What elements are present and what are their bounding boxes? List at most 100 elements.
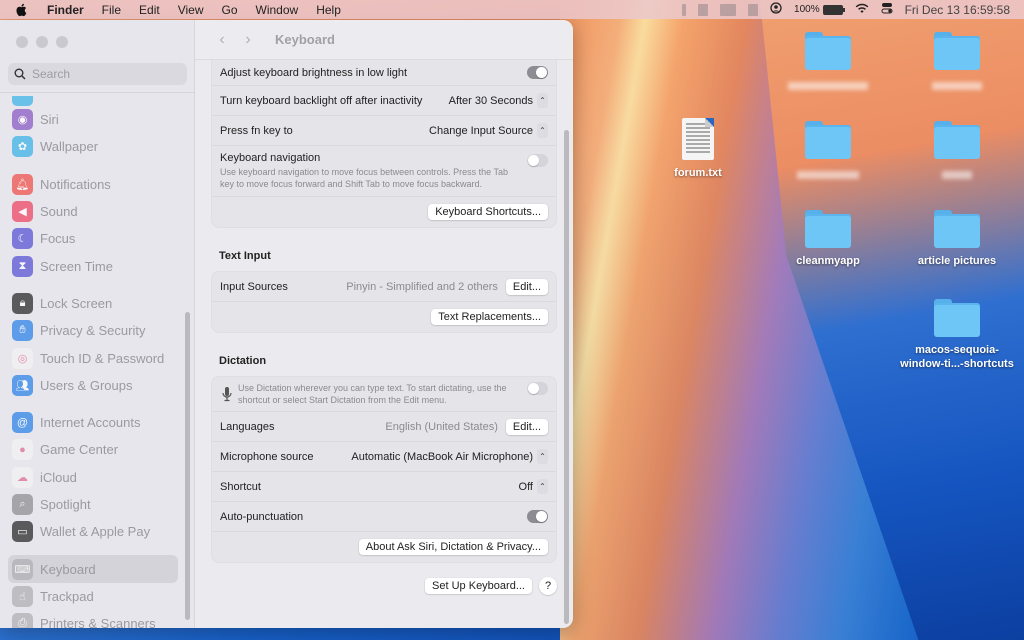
- sidebar-scrollbar[interactable]: [185, 312, 190, 620]
- battery-status[interactable]: 100%: [794, 4, 845, 15]
- status-item-blurred[interactable]: [698, 3, 709, 16]
- keyboard-icon: ⌨: [12, 558, 33, 580]
- sidebar-item-keyboard[interactable]: ⌨ Keyboard: [8, 555, 178, 583]
- input-sources-label: Input Sources: [220, 280, 288, 293]
- row-shortcuts: Keyboard Shortcuts...: [212, 197, 556, 227]
- menu-clock[interactable]: Fri Dec 13 16:59:58: [905, 3, 1010, 17]
- help-button[interactable]: ?: [539, 577, 557, 595]
- zoom-button[interactable]: [56, 36, 68, 48]
- sidebar-item-wallpaper[interactable]: ✿ Wallpaper: [8, 133, 178, 160]
- desktop-folder-macos-sequoia[interactable]: macos-sequoia-window-ti...-shortcuts: [892, 299, 1022, 371]
- sidebar-item-wallet-apple-pay[interactable]: ▭ Wallet & Apple Pay: [8, 518, 178, 545]
- sidebar-item-label: Notifications: [40, 176, 111, 192]
- chevron-updown-icon: ⌃: [537, 449, 548, 464]
- sidebar-item-label: Trackpad: [40, 588, 94, 604]
- user-account-icon[interactable]: [770, 2, 782, 17]
- trackpad-icon: ☝︎: [12, 585, 33, 607]
- desktop-item-label: macos-sequoia-window-ti...-shortcuts: [900, 344, 1014, 370]
- settings-pane: ‹ › Keyboard Adjust keyboard brightness …: [195, 20, 573, 628]
- desktop-item-label: article pictures: [917, 255, 997, 267]
- row-brightness: Adjust keyboard brightness in low light: [212, 60, 556, 86]
- sidebar-item-game-center[interactable]: ● Game Center: [8, 436, 178, 463]
- sidebar-item-printers-scanners[interactable]: ⎙ Printers & Scanners: [8, 610, 178, 628]
- sidebar-item-screen-time[interactable]: ⧗ Screen Time: [8, 252, 178, 279]
- sidebar-item-trackpad[interactable]: ☝︎ Trackpad: [8, 583, 178, 610]
- divider: [0, 92, 195, 93]
- sidebar-item-touch-id-password[interactable]: ◎ Touch ID & Password: [8, 344, 178, 371]
- sidebar-item-privacy-security[interactable]: ✋︎ Privacy & Security: [8, 317, 178, 344]
- close-button[interactable]: [16, 36, 28, 48]
- desktop-folder[interactable]: [902, 32, 1012, 90]
- desktop-folder[interactable]: [902, 121, 1012, 179]
- folder-icon: [934, 210, 980, 248]
- desktop-item-forum-txt[interactable]: forum.txt: [643, 118, 753, 180]
- microphone-label: Microphone source: [220, 450, 314, 463]
- status-item-blurred[interactable]: [748, 3, 759, 16]
- status-item-blurred[interactable]: [720, 3, 737, 16]
- sidebar-item-lock-screen[interactable]: 🔒︎ Lock Screen: [8, 290, 178, 317]
- text-replacements-button[interactable]: Text Replacements...: [431, 309, 548, 325]
- hand-icon: ✋︎: [12, 320, 33, 342]
- keyboard-shortcuts-button[interactable]: Keyboard Shortcuts...: [428, 204, 548, 220]
- languages-edit-button[interactable]: Edit...: [505, 418, 548, 435]
- sidebar-item-label: Game Center: [40, 442, 119, 458]
- toolbar: ‹ › Keyboard: [195, 20, 573, 60]
- apple-menu-icon[interactable]: [14, 3, 28, 17]
- footer-actions: Set Up Keyboard... ?: [211, 577, 557, 595]
- row-backlight: Turn keyboard backlight off after inacti…: [212, 86, 556, 116]
- sidebar-item-partial[interactable]: [8, 96, 178, 106]
- wifi-icon[interactable]: [855, 3, 869, 17]
- content-scrollbar[interactable]: [564, 130, 569, 624]
- sidebar-item-icloud[interactable]: ☁ iCloud: [8, 464, 178, 491]
- menu-view[interactable]: View: [169, 3, 213, 17]
- chevron-updown-icon: ⌃: [537, 123, 548, 138]
- sidebar: Search ◉ Siri ✿ Wallpaper 🔔︎ Notifications ◀ So…: [0, 20, 195, 628]
- moon-icon: ☾: [12, 228, 33, 250]
- dictation-description: Use Dictation wherever you can type text…: [238, 383, 507, 405]
- back-button[interactable]: ‹: [211, 29, 233, 51]
- search-field[interactable]: Search: [8, 63, 187, 85]
- search-placeholder: Search: [32, 67, 71, 81]
- desktop-folder-article-pictures[interactable]: article pictures: [902, 210, 1012, 268]
- languages-label: Languages: [220, 420, 275, 433]
- backlight-select[interactable]: After 30 Seconds ⌃: [449, 93, 548, 108]
- sidebar-item-notifications[interactable]: 🔔︎ Notifications: [8, 171, 178, 198]
- input-sources-edit-button[interactable]: Edit...: [505, 278, 548, 295]
- fingerprint-icon: ◎: [12, 347, 33, 369]
- lock-icon: 🔒︎: [12, 292, 33, 314]
- page-title: Keyboard: [275, 32, 335, 47]
- microphone-select[interactable]: Automatic (MacBook Air Microphone) ⌃: [351, 449, 548, 464]
- auto-punctuation-toggle[interactable]: [527, 510, 548, 523]
- desktop-folder[interactable]: [773, 32, 883, 90]
- row-microphone: Microphone source Automatic (MacBook Air…: [212, 442, 556, 472]
- menu-help[interactable]: Help: [307, 3, 350, 17]
- accessibility-icon: [12, 96, 33, 106]
- minimize-button[interactable]: [36, 36, 48, 48]
- sidebar-item-siri[interactable]: ◉ Siri: [8, 106, 178, 133]
- sidebar-item-internet-accounts[interactable]: @ Internet Accounts: [8, 409, 178, 436]
- desktop-folder[interactable]: [773, 121, 883, 179]
- forward-button[interactable]: ›: [237, 29, 259, 51]
- sidebar-item-sound[interactable]: ◀ Sound: [8, 198, 178, 225]
- keyboard-nav-toggle[interactable]: [527, 154, 548, 167]
- status-item-blurred[interactable]: [682, 3, 687, 16]
- section-title-dictation: Dictation: [219, 355, 267, 367]
- microphone-icon: [222, 386, 232, 405]
- set-up-keyboard-button[interactable]: Set Up Keyboard...: [425, 578, 532, 594]
- fn-select[interactable]: Change Input Source ⌃: [429, 123, 548, 138]
- sidebar-item-spotlight[interactable]: ⌕ Spotlight: [8, 491, 178, 518]
- menu-go[interactable]: Go: [213, 3, 247, 17]
- dictation-privacy-button[interactable]: About Ask Siri, Dictation & Privacy...: [358, 539, 548, 555]
- brightness-toggle[interactable]: [527, 66, 548, 79]
- menu-app-name[interactable]: Finder: [38, 3, 93, 17]
- menu-edit[interactable]: Edit: [130, 3, 169, 17]
- menu-file[interactable]: File: [93, 3, 130, 17]
- control-center-icon[interactable]: [881, 2, 893, 17]
- dictation-toggle[interactable]: [527, 382, 548, 395]
- menu-window[interactable]: Window: [247, 3, 308, 17]
- desktop-folder-cleanmyapp[interactable]: cleanmyapp: [773, 210, 883, 268]
- sidebar-item-label: Lock Screen: [40, 295, 113, 311]
- shortcut-select[interactable]: Off ⌃: [519, 479, 548, 494]
- sidebar-item-users-groups[interactable]: 👥︎ Users & Groups: [8, 372, 178, 399]
- sidebar-item-focus[interactable]: ☾ Focus: [8, 225, 178, 252]
